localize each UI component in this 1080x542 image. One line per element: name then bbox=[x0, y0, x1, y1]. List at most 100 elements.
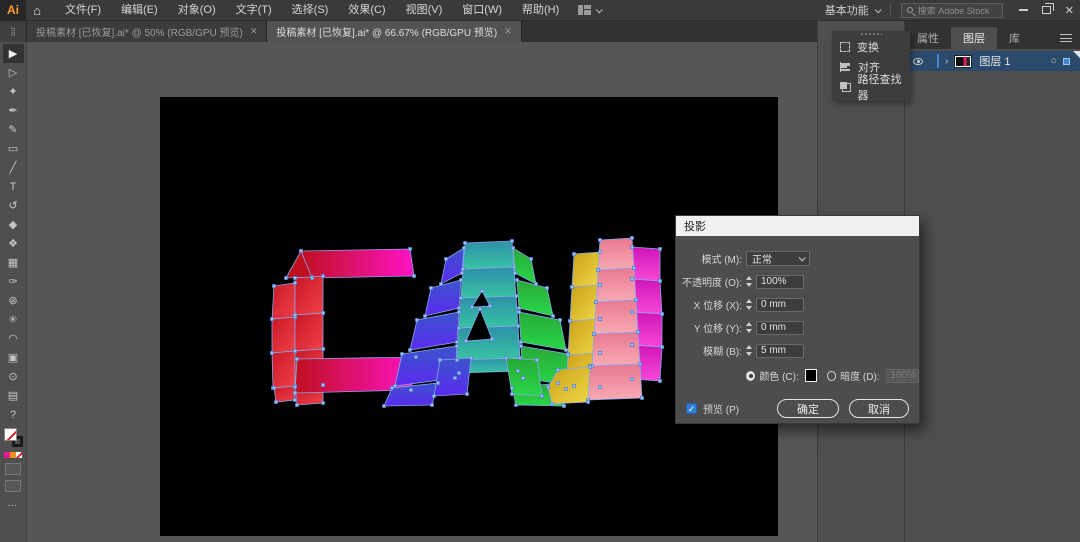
menu-file[interactable]: 文件(F) bbox=[56, 0, 110, 21]
anchor-point[interactable] bbox=[457, 371, 460, 374]
anchor-point[interactable] bbox=[556, 381, 559, 384]
anchor-point[interactable] bbox=[518, 356, 521, 359]
selection-color-chip[interactable] bbox=[1063, 58, 1070, 65]
color-group-bar[interactable] bbox=[4, 452, 22, 458]
tab-layers[interactable]: 图层 bbox=[951, 27, 997, 49]
eyedropper-tool[interactable]: ✑ bbox=[3, 272, 24, 291]
anchor-point[interactable] bbox=[562, 404, 565, 407]
anchor-point[interactable] bbox=[432, 394, 435, 397]
anchor-point[interactable] bbox=[469, 356, 472, 359]
anchor-point[interactable] bbox=[293, 281, 296, 284]
curvature-tool[interactable]: ✎ bbox=[3, 120, 24, 139]
anchor-point[interactable] bbox=[321, 311, 324, 314]
anchor-point[interactable] bbox=[400, 352, 403, 355]
anchor-point[interactable] bbox=[566, 353, 569, 356]
ok-button[interactable]: 确定 bbox=[777, 399, 839, 418]
anchor-point[interactable] bbox=[274, 400, 277, 403]
anchor-point[interactable] bbox=[293, 349, 296, 352]
anchor-point[interactable] bbox=[630, 277, 633, 280]
anchor-point[interactable] bbox=[457, 310, 460, 313]
anchor-point[interactable] bbox=[510, 386, 513, 389]
layer-name[interactable]: 图层 1 bbox=[979, 53, 1010, 69]
artwork-letter-c[interactable] bbox=[272, 249, 416, 405]
y-offset-stepper[interactable] bbox=[746, 322, 752, 333]
anchor-point[interactable] bbox=[596, 268, 599, 271]
panel-menu-button[interactable] bbox=[1060, 27, 1080, 49]
opacity-stepper[interactable] bbox=[746, 276, 752, 287]
anchor-point[interactable] bbox=[464, 339, 467, 342]
anchor-point[interactable] bbox=[470, 305, 473, 308]
anchor-point[interactable] bbox=[457, 326, 460, 329]
anchor-point[interactable] bbox=[564, 348, 567, 351]
app-logo[interactable]: Ai bbox=[0, 0, 26, 21]
anchor-point[interactable] bbox=[270, 351, 273, 354]
anchor-point[interactable] bbox=[550, 402, 553, 405]
workspace-switcher[interactable]: 基本功能 bbox=[825, 2, 880, 18]
blend-tool[interactable]: ⊛ bbox=[3, 291, 24, 310]
anchor-point[interactable] bbox=[545, 286, 548, 289]
tools-panel-header[interactable]: ⣿ bbox=[0, 21, 27, 42]
artwork-letter-i[interactable] bbox=[548, 238, 662, 404]
close-icon[interactable]: ✕ bbox=[504, 26, 512, 37]
anchor-point[interactable] bbox=[488, 304, 491, 307]
anchor-point[interactable] bbox=[293, 398, 296, 401]
document-tab-1[interactable]: 投稿素材 [已恢复].ai* @ 50% (RGB/GPU 预览) ✕ bbox=[27, 21, 267, 42]
anchor-point[interactable] bbox=[293, 313, 296, 316]
anchor-point[interactable] bbox=[513, 271, 516, 274]
anchor-point[interactable] bbox=[636, 330, 639, 333]
anchor-point[interactable] bbox=[546, 385, 549, 388]
anchor-point[interactable] bbox=[408, 348, 411, 351]
eraser-tool[interactable]: ◆ bbox=[3, 215, 24, 234]
anchor-point[interactable] bbox=[455, 340, 458, 343]
anchor-point[interactable] bbox=[272, 284, 275, 287]
preview-checkbox[interactable]: ✓ bbox=[686, 403, 697, 414]
anchor-point[interactable] bbox=[572, 252, 575, 255]
arc-tool[interactable]: ◠ bbox=[3, 329, 24, 348]
menu-effect[interactable]: 效果(C) bbox=[339, 0, 394, 21]
anchor-point[interactable] bbox=[535, 358, 538, 361]
anchor-point[interactable] bbox=[658, 379, 661, 382]
anchor-point[interactable] bbox=[295, 403, 298, 406]
anchor-point[interactable] bbox=[521, 376, 524, 379]
anchor-point[interactable] bbox=[519, 344, 522, 347]
cancel-button[interactable]: 取消 bbox=[849, 399, 909, 418]
x-offset-input[interactable]: 0 mm bbox=[756, 298, 804, 312]
restore-button[interactable] bbox=[1042, 6, 1051, 14]
tab-properties[interactable]: 属性 bbox=[905, 27, 951, 49]
anchor-point[interactable] bbox=[598, 351, 601, 354]
anchor-point[interactable] bbox=[272, 386, 275, 389]
rectangle-tool[interactable]: ▭ bbox=[3, 139, 24, 158]
anchor-point[interactable] bbox=[516, 324, 519, 327]
anchor-point[interactable] bbox=[409, 388, 412, 391]
anchor-point[interactable] bbox=[284, 276, 287, 279]
tab-libraries[interactable]: 库 bbox=[997, 27, 1032, 49]
menu-type[interactable]: 文字(T) bbox=[227, 0, 281, 21]
anchor-point[interactable] bbox=[634, 298, 637, 301]
anchor-point[interactable] bbox=[598, 385, 601, 388]
anchor-point[interactable] bbox=[321, 274, 324, 277]
home-icon[interactable]: ⌂ bbox=[26, 3, 48, 18]
x-offset-stepper[interactable] bbox=[746, 299, 752, 310]
anchor-point[interactable] bbox=[511, 246, 514, 249]
darkness-radio[interactable] bbox=[827, 371, 836, 381]
blur-input[interactable]: 5 mm bbox=[756, 344, 804, 358]
anchor-point[interactable] bbox=[293, 385, 296, 388]
help-tool[interactable]: ? bbox=[3, 405, 24, 424]
blur-stepper[interactable] bbox=[746, 345, 752, 356]
anchor-point[interactable] bbox=[564, 387, 567, 390]
anchor-point[interactable] bbox=[630, 245, 633, 248]
anchor-point[interactable] bbox=[293, 391, 296, 394]
anchor-point[interactable] bbox=[408, 247, 411, 250]
anchor-point[interactable] bbox=[478, 307, 481, 310]
anchor-point[interactable] bbox=[540, 394, 543, 397]
menu-edit[interactable]: 编辑(E) bbox=[112, 0, 167, 21]
menu-object[interactable]: 对象(O) bbox=[169, 0, 225, 21]
anchor-point[interactable] bbox=[640, 396, 643, 399]
magic-wand-tool[interactable]: ✦ bbox=[3, 82, 24, 101]
anchor-point[interactable] bbox=[270, 317, 273, 320]
gradient-tool[interactable]: ▦ bbox=[3, 253, 24, 272]
anchor-point[interactable] bbox=[658, 279, 661, 282]
anchor-point[interactable] bbox=[321, 401, 324, 404]
anchor-point[interactable] bbox=[512, 265, 515, 268]
anchor-point[interactable] bbox=[429, 286, 432, 289]
